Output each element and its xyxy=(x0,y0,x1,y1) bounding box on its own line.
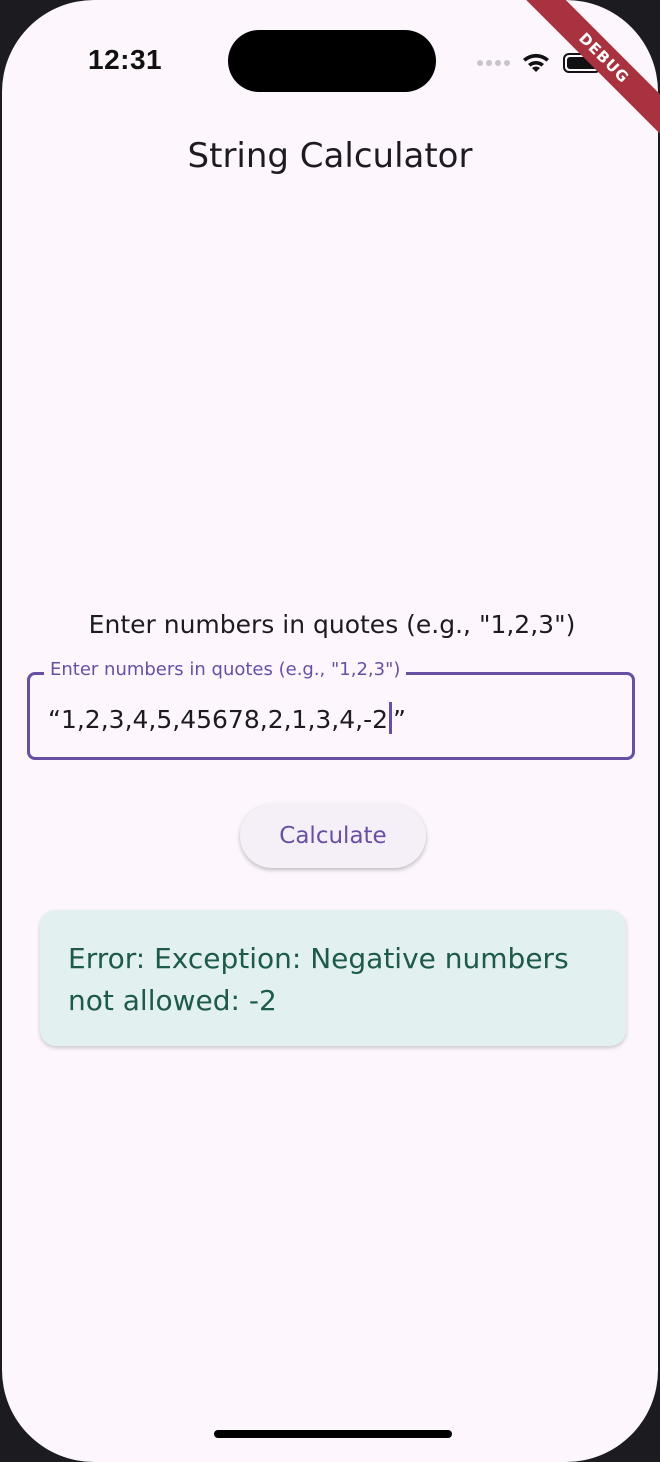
signal-dots-icon xyxy=(477,60,510,66)
page-title: String Calculator xyxy=(187,136,473,176)
text-caret xyxy=(389,702,393,734)
app-screen: 12:31 String Calculator Enter numbers in… xyxy=(2,0,658,1462)
numbers-input-field[interactable]: Enter numbers in quotes (e.g., "1,2,3") … xyxy=(27,659,635,760)
home-indicator[interactable] xyxy=(214,1430,452,1438)
input-floating-label: Enter numbers in quotes (e.g., "1,2,3") xyxy=(44,659,407,680)
input-text-tail: ” xyxy=(393,705,406,734)
error-result-card: Error: Exception: Negative numbers not a… xyxy=(40,910,626,1046)
status-time: 12:31 xyxy=(88,44,163,75)
device-frame: 12:31 String Calculator Enter numbers in… xyxy=(0,0,660,1462)
instruction-label: Enter numbers in quotes (e.g., "1,2,3") xyxy=(88,610,576,639)
input-text: “1,2,3,4,5,45678,2,1,3,4,-2 xyxy=(48,705,389,734)
numbers-input-value[interactable]: “1,2,3,4,5,45678,2,1,3,4,-2” xyxy=(48,702,406,734)
error-message: Error: Exception: Negative numbers not a… xyxy=(68,942,569,1017)
calculate-button[interactable]: Calculate xyxy=(240,804,426,868)
wifi-icon xyxy=(523,53,549,72)
dynamic-island xyxy=(228,30,436,92)
